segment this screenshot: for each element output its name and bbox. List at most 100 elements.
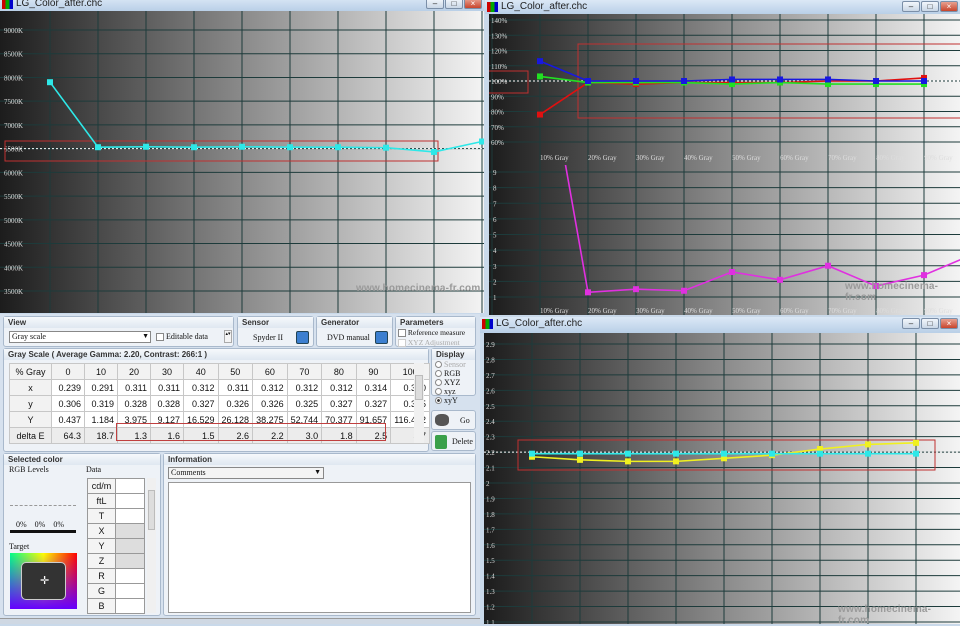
- data-point: [729, 76, 735, 83]
- view-spinner[interactable]: ▴▾: [224, 330, 232, 343]
- y-tick-label: 8000K: [4, 74, 23, 82]
- data-label: Data: [86, 465, 102, 474]
- data-point: [681, 78, 687, 84]
- column-header[interactable]: 10: [84, 363, 118, 380]
- minimize-button[interactable]: –: [902, 318, 920, 329]
- y-tick-label: 6: [493, 216, 497, 224]
- window-titlebar-top-right[interactable]: LG_Color_after.chc – □ ×: [485, 0, 960, 14]
- column-header[interactable]: 70: [286, 363, 323, 380]
- column-header[interactable]: 90: [355, 363, 392, 380]
- chart-background: [489, 8, 960, 165]
- window-titlebar-bottom-right[interactable]: LG_Color_after.chc – □ ×: [480, 317, 960, 333]
- table-vertical-scrollbar[interactable]: [414, 363, 424, 443]
- window-titlebar-top-left[interactable]: LG_Color_after.chc – □ ×: [0, 0, 484, 11]
- data-scrollbar[interactable]: [147, 478, 156, 613]
- sensor-header: Sensor: [238, 317, 313, 328]
- data-point: [239, 143, 245, 150]
- table-cell: 0.327: [183, 395, 219, 412]
- data-point: [633, 286, 639, 293]
- data-point: [537, 73, 543, 80]
- data-point: [287, 144, 293, 151]
- display-radio-xyz[interactable]: XYZ: [435, 378, 475, 387]
- display-radio-rgb[interactable]: RGB: [435, 369, 475, 378]
- information-header: Information: [164, 454, 475, 465]
- taskbar: [0, 618, 480, 624]
- table-cell: 0.326: [217, 395, 254, 412]
- y-tick-label: 2.8: [486, 356, 495, 364]
- column-header[interactable]: % Gray: [9, 363, 52, 380]
- y-tick-label: 7: [493, 200, 497, 208]
- column-header[interactable]: 50: [217, 363, 254, 380]
- y-tick-label: 70%: [491, 124, 504, 132]
- view-header: View: [4, 317, 233, 328]
- y-tick-label: 1.8: [486, 511, 495, 519]
- radio-label: xyY: [444, 396, 458, 405]
- radio-label: xyz: [444, 387, 456, 396]
- maximize-button[interactable]: □: [445, 0, 463, 9]
- delete-label: Delete: [452, 437, 473, 446]
- column-header[interactable]: 30: [150, 363, 184, 380]
- data-point: [633, 78, 639, 84]
- data-row: G: [87, 583, 145, 599]
- view-select[interactable]: Gray scale ▼: [9, 331, 151, 343]
- table-cell: 1.184: [84, 411, 118, 428]
- display-radio-xyy[interactable]: xyY: [435, 396, 475, 405]
- editable-data-checkbox[interactable]: Editable data: [156, 332, 208, 342]
- sensor-icon: [435, 414, 449, 426]
- app-icon: [2, 0, 13, 9]
- table-row[interactable]: x 0.239 0.291 0.311 0.311 0.312 0.311 0.312 0.31…: [9, 379, 431, 396]
- row-header: x: [9, 379, 52, 396]
- delete-button[interactable]: Delete: [431, 431, 476, 451]
- y-tick-label: 5: [493, 232, 497, 240]
- data-point: [825, 76, 831, 83]
- maximize-button[interactable]: □: [921, 1, 939, 12]
- selected-color-header: Selected color: [4, 454, 160, 465]
- y-tick-label: 4500K: [4, 241, 23, 249]
- data-point: [577, 456, 583, 463]
- data-point: [865, 441, 871, 448]
- data-value: [115, 583, 145, 599]
- column-header[interactable]: 20: [117, 363, 151, 380]
- maximize-button[interactable]: □: [921, 318, 939, 329]
- close-button[interactable]: ×: [940, 318, 958, 329]
- close-button[interactable]: ×: [464, 0, 482, 9]
- comments-textarea[interactable]: [168, 482, 471, 613]
- table-cell: 0.306: [51, 395, 85, 412]
- data-point: [537, 58, 543, 65]
- data-point: [577, 450, 583, 457]
- column-header[interactable]: 40: [183, 363, 219, 380]
- data-point: [383, 144, 389, 151]
- radio-label: XYZ: [444, 378, 461, 387]
- x-tick-label: 70% Gray: [828, 307, 857, 315]
- y-tick-label: 60%: [491, 139, 504, 147]
- x-tick-label: 20% Gray: [588, 154, 617, 162]
- window-title: LG_Color_after.chc: [501, 1, 588, 12]
- information-select[interactable]: Comments ▼: [168, 467, 324, 479]
- y-tick-label: 110%: [491, 63, 507, 71]
- minimize-button[interactable]: –: [426, 0, 444, 9]
- data-point: [673, 450, 679, 457]
- generator-header: Generator: [317, 317, 392, 328]
- table-cell: 0.291: [84, 379, 118, 396]
- table-row[interactable]: y 0.306 0.319 0.328 0.328 0.327 0.326 0.326 0.32…: [9, 395, 431, 412]
- y-tick-label: 9: [493, 169, 497, 177]
- rgb-level-bars: [10, 530, 76, 533]
- data-row: Y: [87, 538, 145, 554]
- x-tick-label: 50% Gray: [732, 307, 761, 315]
- generator-config-button[interactable]: [375, 331, 388, 344]
- minimize-button[interactable]: –: [902, 1, 920, 12]
- data-point: [537, 111, 543, 118]
- column-header[interactable]: 60: [252, 363, 288, 380]
- sensor-config-button[interactable]: [296, 331, 309, 344]
- data-point: [921, 272, 927, 279]
- column-header[interactable]: 80: [321, 363, 357, 380]
- close-button[interactable]: ×: [940, 1, 958, 12]
- go-button[interactable]: Go: [431, 410, 476, 430]
- chevron-down-icon: ▼: [314, 468, 321, 476]
- column-header[interactable]: 0: [51, 363, 85, 380]
- display-radio-xyz[interactable]: xyz: [435, 387, 475, 396]
- reference-measure-checkbox[interactable]: Reference measure: [398, 328, 465, 338]
- window-title: LG_Color_after.chc: [16, 0, 103, 9]
- data-row-label: Y: [87, 538, 116, 554]
- y-tick-label: 130%: [491, 32, 508, 40]
